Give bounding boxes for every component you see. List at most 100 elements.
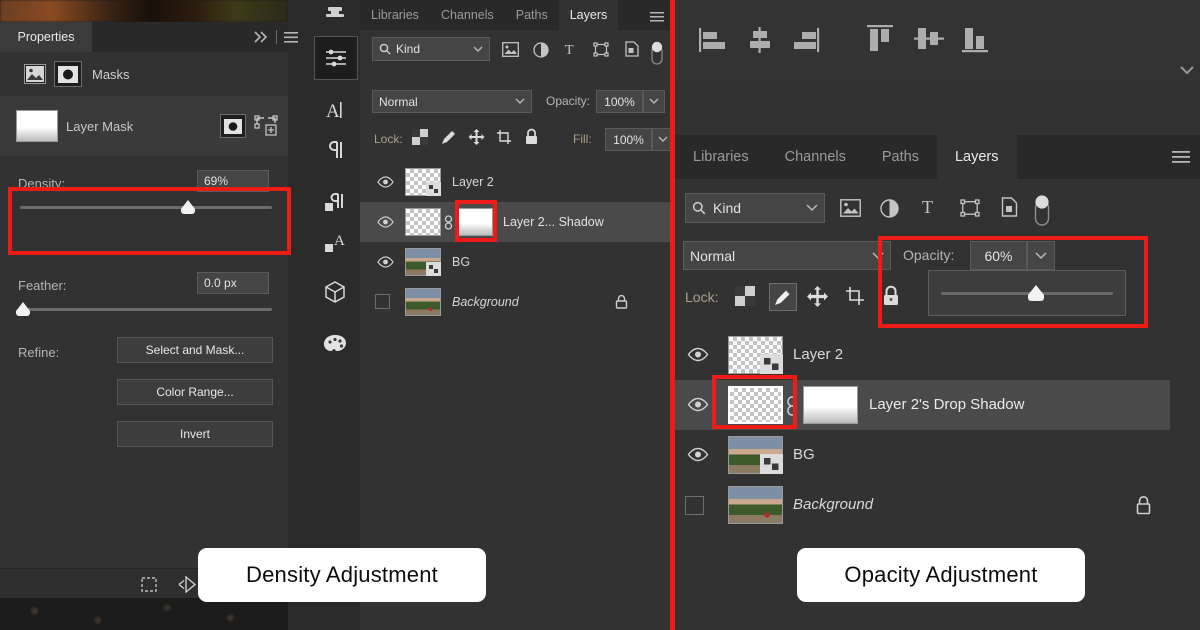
lock-image-icon[interactable] bbox=[769, 283, 797, 311]
kind-filter-select[interactable]: Kind bbox=[372, 37, 490, 61]
chevron-double-right-icon[interactable] bbox=[252, 29, 270, 45]
invert-button[interactable]: Invert bbox=[117, 421, 273, 447]
lock-position-icon[interactable] bbox=[807, 286, 828, 312]
tab-layers[interactable]: Layers bbox=[559, 0, 619, 30]
smart-object-filter-icon[interactable] bbox=[1000, 197, 1020, 222]
fill-value-field[interactable]: 100% bbox=[605, 128, 652, 151]
load-selection-icon[interactable] bbox=[141, 577, 157, 592]
hamburger-menu-icon[interactable] bbox=[284, 31, 298, 43]
lock-all-icon[interactable] bbox=[882, 285, 900, 311]
layer-thumbnail[interactable] bbox=[728, 386, 783, 424]
layer-thumbnail[interactable] bbox=[405, 288, 441, 316]
tab-paths[interactable]: Paths bbox=[505, 0, 559, 30]
feather-slider-track[interactable] bbox=[20, 308, 272, 311]
smart-object-filter-icon[interactable] bbox=[624, 41, 640, 62]
align-horizontal-center-icon[interactable] bbox=[745, 26, 775, 59]
density-value-field[interactable]: 69% bbox=[197, 170, 269, 192]
kind-filter-select[interactable]: Kind bbox=[685, 193, 825, 223]
table-row[interactable]: Layer 2 bbox=[360, 162, 670, 202]
lock-transparency-icon[interactable] bbox=[735, 286, 755, 311]
adjustments-image-icon[interactable] bbox=[24, 64, 46, 84]
feather-value-field[interactable]: 0.0 px bbox=[197, 272, 269, 294]
masks-icon[interactable] bbox=[54, 61, 82, 87]
opacity-value-field[interactable]: 100% bbox=[596, 90, 643, 113]
lock-image-icon[interactable] bbox=[440, 128, 458, 151]
table-row[interactable]: Background bbox=[675, 480, 1200, 530]
pixel-mask-icon[interactable] bbox=[220, 114, 246, 138]
3d-cube-icon[interactable] bbox=[313, 270, 357, 314]
color-range-button[interactable]: Color Range... bbox=[117, 379, 273, 405]
link-icon[interactable] bbox=[444, 215, 453, 235]
lock-icon[interactable] bbox=[615, 294, 628, 314]
visibility-toggle[interactable] bbox=[375, 294, 390, 309]
visibility-toggle[interactable] bbox=[377, 215, 394, 233]
table-row[interactable]: Layer 2 bbox=[675, 330, 1200, 380]
layer-thumbnail[interactable] bbox=[728, 486, 783, 524]
shape-filter-icon[interactable] bbox=[593, 42, 609, 62]
table-row[interactable]: BG bbox=[360, 242, 670, 282]
tab-paths[interactable]: Paths bbox=[864, 135, 937, 179]
visibility-toggle[interactable] bbox=[687, 397, 709, 417]
visibility-toggle[interactable] bbox=[685, 496, 704, 515]
align-vertical-center-icon[interactable] bbox=[913, 24, 945, 59]
type-filter-icon[interactable]: T bbox=[920, 197, 940, 222]
select-and-mask-button[interactable]: Select and Mask... bbox=[117, 337, 273, 363]
lock-transparency-icon[interactable] bbox=[412, 129, 428, 150]
lock-artboard-icon[interactable] bbox=[496, 129, 513, 150]
blend-mode-select[interactable]: Normal bbox=[683, 241, 891, 270]
tab-libraries[interactable]: Libraries bbox=[675, 135, 767, 179]
color-palette-icon[interactable] bbox=[313, 322, 357, 366]
type-filter-icon[interactable]: T bbox=[563, 41, 579, 62]
opacity-dropdown-button[interactable] bbox=[643, 90, 665, 113]
adjustment-filter-icon[interactable] bbox=[533, 42, 549, 63]
character-icon[interactable]: A bbox=[313, 88, 357, 132]
lock-position-icon[interactable] bbox=[468, 129, 485, 151]
visibility-toggle[interactable] bbox=[377, 175, 394, 193]
feather-slider-thumb[interactable] bbox=[16, 302, 30, 316]
link-icon[interactable] bbox=[786, 396, 798, 421]
lock-artboard-icon[interactable] bbox=[845, 286, 866, 311]
chevron-down-icon[interactable] bbox=[1180, 62, 1194, 80]
visibility-toggle[interactable] bbox=[687, 347, 709, 367]
paragraph-icon[interactable] bbox=[313, 128, 357, 172]
adjustment-filter-icon[interactable] bbox=[880, 199, 899, 223]
density-slider-thumb[interactable] bbox=[181, 200, 195, 214]
opacity-value-field[interactable]: 60% bbox=[970, 241, 1027, 270]
layer-mask-thumbnail[interactable] bbox=[457, 208, 493, 236]
paragraph-styles-icon[interactable] bbox=[313, 180, 357, 224]
align-top-icon[interactable] bbox=[865, 24, 897, 59]
layer-mask-thumbnail[interactable] bbox=[16, 110, 58, 142]
tab-channels[interactable]: Channels bbox=[430, 0, 505, 30]
visibility-toggle[interactable] bbox=[377, 255, 394, 273]
tab-layers[interactable]: Layers bbox=[937, 135, 1017, 179]
character-styles-icon[interactable]: A bbox=[313, 220, 357, 264]
shape-filter-icon[interactable] bbox=[960, 199, 980, 222]
filter-toggle-switch[interactable] bbox=[650, 40, 664, 71]
table-row[interactable]: Layer 2... Shadow bbox=[360, 202, 670, 242]
align-right-icon[interactable] bbox=[791, 26, 821, 59]
image-filter-icon[interactable] bbox=[502, 42, 519, 62]
clone-stamp-icon[interactable] bbox=[313, 0, 357, 38]
opacity-dropdown-button[interactable] bbox=[1027, 241, 1055, 270]
vector-mask-icon[interactable] bbox=[254, 115, 278, 137]
apply-mask-icon[interactable] bbox=[178, 576, 197, 593]
tab-channels[interactable]: Channels bbox=[767, 135, 864, 179]
tab-properties[interactable]: Properties bbox=[0, 22, 92, 52]
hamburger-menu-icon[interactable] bbox=[650, 10, 664, 21]
image-filter-icon[interactable] bbox=[840, 199, 861, 222]
table-row[interactable]: Layer 2's Drop Shadow bbox=[675, 380, 1170, 430]
align-bottom-icon[interactable] bbox=[960, 24, 992, 59]
tab-libraries[interactable]: Libraries bbox=[360, 0, 430, 30]
hamburger-menu-icon[interactable] bbox=[1172, 151, 1190, 169]
filter-toggle-switch[interactable] bbox=[1033, 193, 1051, 232]
visibility-toggle[interactable] bbox=[687, 447, 709, 467]
lock-all-icon[interactable] bbox=[524, 128, 539, 150]
layer-mask-thumbnail[interactable] bbox=[803, 386, 858, 424]
table-row[interactable]: BG bbox=[675, 430, 1200, 480]
layer-thumbnail[interactable] bbox=[405, 208, 441, 236]
density-slider-track[interactable] bbox=[20, 206, 272, 209]
align-left-icon[interactable] bbox=[698, 26, 728, 59]
table-row[interactable]: Background bbox=[360, 282, 670, 322]
lock-icon[interactable] bbox=[1135, 495, 1152, 520]
adjustments-icon[interactable] bbox=[314, 36, 358, 80]
